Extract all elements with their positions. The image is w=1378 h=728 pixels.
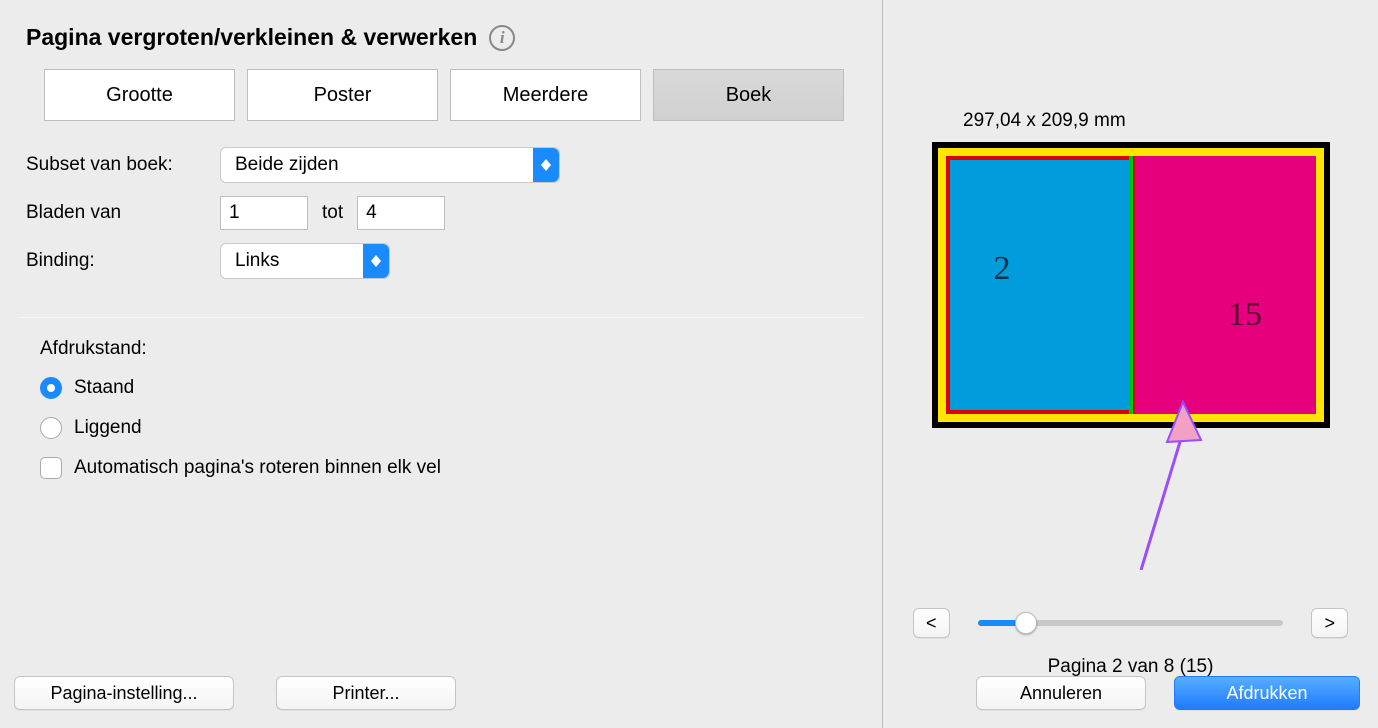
- preview-left-page: 2: [946, 156, 1135, 414]
- section-title: Pagina vergroten/verkleinen & verwerken: [26, 24, 477, 51]
- print-preview: 2 15: [932, 142, 1330, 428]
- printer-button[interactable]: Printer...: [276, 676, 456, 710]
- binding-value: Links: [235, 250, 279, 272]
- auto-rotate-label: Automatisch pagina's roteren binnen elk …: [74, 457, 441, 479]
- sheets-from-input[interactable]: [220, 196, 308, 230]
- orientation-label: Afdrukstand:: [40, 338, 848, 360]
- preview-right-page-number: 15: [1228, 296, 1262, 334]
- radio-icon: [40, 417, 62, 439]
- auto-rotate-checkbox[interactable]: Automatisch pagina's roteren binnen elk …: [40, 448, 848, 488]
- tab-booklet[interactable]: Boek: [653, 69, 844, 121]
- print-button[interactable]: Afdrukken: [1174, 676, 1360, 710]
- subset-label: Subset van boek:: [26, 154, 206, 176]
- subset-value: Beide zijden: [235, 154, 339, 176]
- chevron-up-down-icon: [533, 148, 559, 182]
- sheets-label: Bladen van: [26, 202, 206, 224]
- tab-poster[interactable]: Poster: [247, 69, 438, 121]
- preview-left-page-number: 2: [994, 250, 1011, 288]
- checkbox-icon: [40, 457, 62, 479]
- page-status: Pagina 2 van 8 (15): [883, 656, 1378, 678]
- orientation-landscape-label: Liggend: [74, 417, 142, 439]
- orientation-portrait-radio[interactable]: Staand: [40, 368, 848, 408]
- slider-thumb[interactable]: [1015, 612, 1037, 634]
- chevron-up-down-icon: [363, 244, 389, 278]
- tab-size[interactable]: Grootte: [44, 69, 235, 121]
- orientation-landscape-radio[interactable]: Liggend: [40, 408, 848, 448]
- preview-right-page: 15: [1135, 156, 1316, 414]
- cancel-button[interactable]: Annuleren: [976, 676, 1146, 710]
- orientation-portrait-label: Staand: [74, 377, 134, 399]
- page-slider[interactable]: [978, 620, 1284, 626]
- binding-select[interactable]: Links: [220, 243, 390, 279]
- sheets-to-input[interactable]: [357, 196, 445, 230]
- tab-multiple[interactable]: Meerdere: [450, 69, 641, 121]
- info-icon[interactable]: i: [489, 25, 515, 51]
- radio-icon: [40, 377, 62, 399]
- subset-select[interactable]: Beide zijden: [220, 147, 560, 183]
- sheets-to-label: tot: [322, 202, 343, 224]
- page-setup-button[interactable]: Pagina-instelling...: [14, 676, 234, 710]
- binding-label: Binding:: [26, 250, 206, 272]
- preview-dimensions: 297,04 x 209,9 mm: [963, 110, 1126, 132]
- prev-page-button[interactable]: <: [913, 608, 950, 638]
- next-page-button[interactable]: >: [1311, 608, 1348, 638]
